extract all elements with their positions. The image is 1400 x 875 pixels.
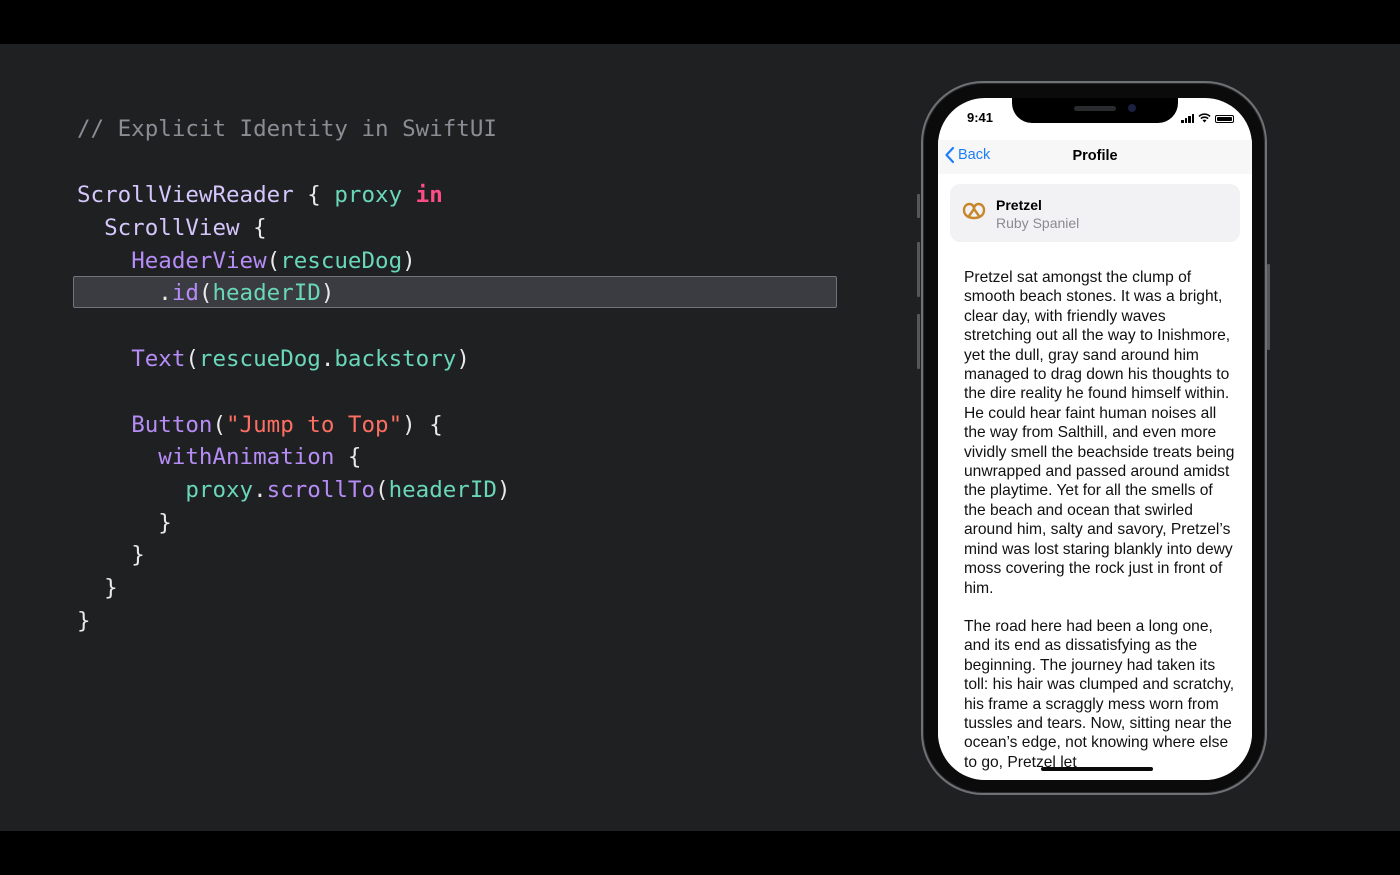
- dog-name: Pretzel: [996, 197, 1042, 213]
- home-indicator[interactable]: [1041, 767, 1153, 771]
- code-line-text: Text(rescueDog.backstory): [131, 346, 470, 372]
- code-line-headerview: HeaderView(rescueDog): [131, 248, 416, 274]
- side-button: [1267, 264, 1270, 350]
- camera-icon: [1128, 104, 1136, 112]
- backstory-text: Pretzel sat amongst the clump of smooth …: [964, 268, 1236, 780]
- code-panel: // Explicit Identity in SwiftUI ScrollVi…: [0, 44, 880, 831]
- cellular-signal-icon: [1181, 114, 1194, 123]
- code-close-brace: }: [104, 575, 118, 601]
- code-line-withanimation: withAnimation {: [158, 444, 362, 470]
- code-close-brace: }: [158, 510, 172, 536]
- code-line-scrollto: proxy.scrollTo(headerID): [185, 477, 511, 503]
- code-line-scrollviewreader: ScrollViewReader { proxy in: [77, 182, 443, 208]
- backstory-paragraph: The road here had been a long one, and i…: [964, 617, 1235, 771]
- code-line-scrollview: ScrollView {: [104, 215, 267, 241]
- code-close-brace: }: [131, 542, 145, 568]
- profile-scroll-view[interactable]: Pretzel Ruby Spaniel Pretzel sat amongst…: [938, 174, 1252, 780]
- code-line-button: Button("Jump to Top") {: [131, 412, 443, 438]
- speaker: [1074, 106, 1116, 111]
- wifi-icon: [1198, 113, 1211, 123]
- iphone-frame: 9:41 Back Profile Pretzel Ruby Spaniel P…: [921, 81, 1267, 795]
- volume-up-button: [917, 242, 920, 297]
- slide: // Explicit Identity in SwiftUI ScrollVi…: [0, 44, 1400, 831]
- code-comment: // Explicit Identity in SwiftUI: [77, 116, 497, 142]
- dog-breed: Ruby Spaniel: [996, 215, 1080, 231]
- nav-title: Profile: [1072, 148, 1118, 164]
- volume-down-button: [917, 314, 920, 369]
- status-icons: [1181, 113, 1234, 123]
- backstory-paragraph: Pretzel sat amongst the clump of smooth …: [964, 269, 1235, 597]
- pretzel-icon: [962, 202, 986, 220]
- phone-screen: 9:41 Back Profile Pretzel Ruby Spaniel P…: [938, 98, 1252, 780]
- navigation-bar: Back Profile: [938, 140, 1252, 174]
- mute-switch: [917, 194, 920, 218]
- battery-icon: [1215, 115, 1234, 123]
- header-view: Pretzel Ruby Spaniel: [950, 184, 1240, 242]
- status-time: 9:41: [967, 110, 994, 125]
- code-close-brace: }: [77, 608, 91, 634]
- notch: [1012, 98, 1178, 123]
- code-line-id-modifier: .id(headerID): [158, 280, 335, 306]
